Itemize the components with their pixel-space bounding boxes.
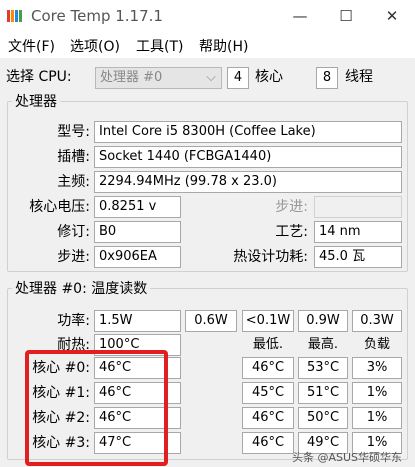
minimize-icon[interactable]: — xyxy=(277,0,323,32)
menu-tools[interactable]: 工具(T) xyxy=(136,36,183,56)
cpuid-value: 0x906EA xyxy=(94,246,181,268)
cores-count: 4 xyxy=(227,67,249,89)
power-value-dram: 0.9W xyxy=(298,310,348,332)
window-title: Core Temp 1.17.1 xyxy=(31,7,163,25)
power-label: 功率: xyxy=(57,313,90,329)
model-value: Intel Core i5 8300H (Coffee Lake) xyxy=(94,121,402,143)
revision-label: 修订: xyxy=(57,224,90,240)
watermark: 头条 @ASUS华硕华东 xyxy=(292,451,403,464)
frequency-label: 主频: xyxy=(57,174,90,190)
socket-label: 插槽: xyxy=(57,149,90,165)
app-icon xyxy=(6,7,24,25)
threads-count: 8 xyxy=(316,67,338,89)
core-0-min: 46°C xyxy=(242,357,294,379)
vcore-label: 核心电压: xyxy=(29,199,90,215)
stepping-label-top: 步进: xyxy=(275,199,308,215)
tdp-label: 热设计功耗: xyxy=(233,249,308,265)
temperature-group-title: 处理器 #0: 温度读数 xyxy=(12,280,151,298)
close-icon[interactable]: ✕ xyxy=(369,0,415,32)
revision-value: B0 xyxy=(94,221,181,243)
core-2-load: 1% xyxy=(352,407,402,429)
vcore-value: 0.8251 v xyxy=(94,196,181,218)
core-0-load: 3% xyxy=(352,357,402,379)
select-cpu-label: 选择 CPU: xyxy=(6,69,72,85)
model-label: 型号: xyxy=(57,124,90,140)
processor-group-title: 处理器 xyxy=(12,93,60,111)
power-value-gpu: 0.3W xyxy=(352,310,402,332)
cpu-select-value: 处理器 #0 xyxy=(100,70,163,85)
cpuid-label: 步进: xyxy=(57,249,90,265)
frequency-value: 2294.94MHz (99.78 x 23.0) xyxy=(94,171,402,193)
core-2-max: 50°C xyxy=(298,407,348,429)
power-value-cores: 0.6W xyxy=(185,310,237,332)
stepping-value-top xyxy=(314,196,402,218)
cpu-select[interactable]: 处理器 #0 ⌵ xyxy=(95,67,222,89)
core-2-min: 46°C xyxy=(242,407,294,429)
cores-label: 核心 xyxy=(255,69,283,85)
lithography-value: 14 nm xyxy=(314,221,402,243)
core-temps-highlight xyxy=(25,350,168,466)
core-1-min: 45°C xyxy=(242,382,294,404)
menu-file[interactable]: 文件(F) xyxy=(8,36,55,56)
header-min: 最低. xyxy=(252,337,284,352)
core-0-max: 53°C xyxy=(298,357,348,379)
lithography-label: 工艺: xyxy=(275,224,308,240)
core-1-load: 1% xyxy=(352,382,402,404)
power-value-uncore: <0.1W xyxy=(242,310,294,332)
threads-label: 线程 xyxy=(345,69,373,85)
power-value-package: 1.5W xyxy=(94,310,181,332)
tdp-value: 45.0 瓦 xyxy=(314,246,402,268)
core-3-min: 46°C xyxy=(242,432,294,454)
header-max: 最高. xyxy=(307,337,339,352)
maximize-icon[interactable]: ☐ xyxy=(323,0,369,32)
header-load: 负载 xyxy=(363,337,390,352)
chevron-down-icon: ⌵ xyxy=(206,70,216,85)
core-1-max: 51°C xyxy=(298,382,348,404)
menu-help[interactable]: 帮助(H) xyxy=(199,36,248,56)
socket-value: Socket 1440 (FCBGA1440) xyxy=(94,146,402,168)
menu-options[interactable]: 选项(O) xyxy=(70,36,120,56)
